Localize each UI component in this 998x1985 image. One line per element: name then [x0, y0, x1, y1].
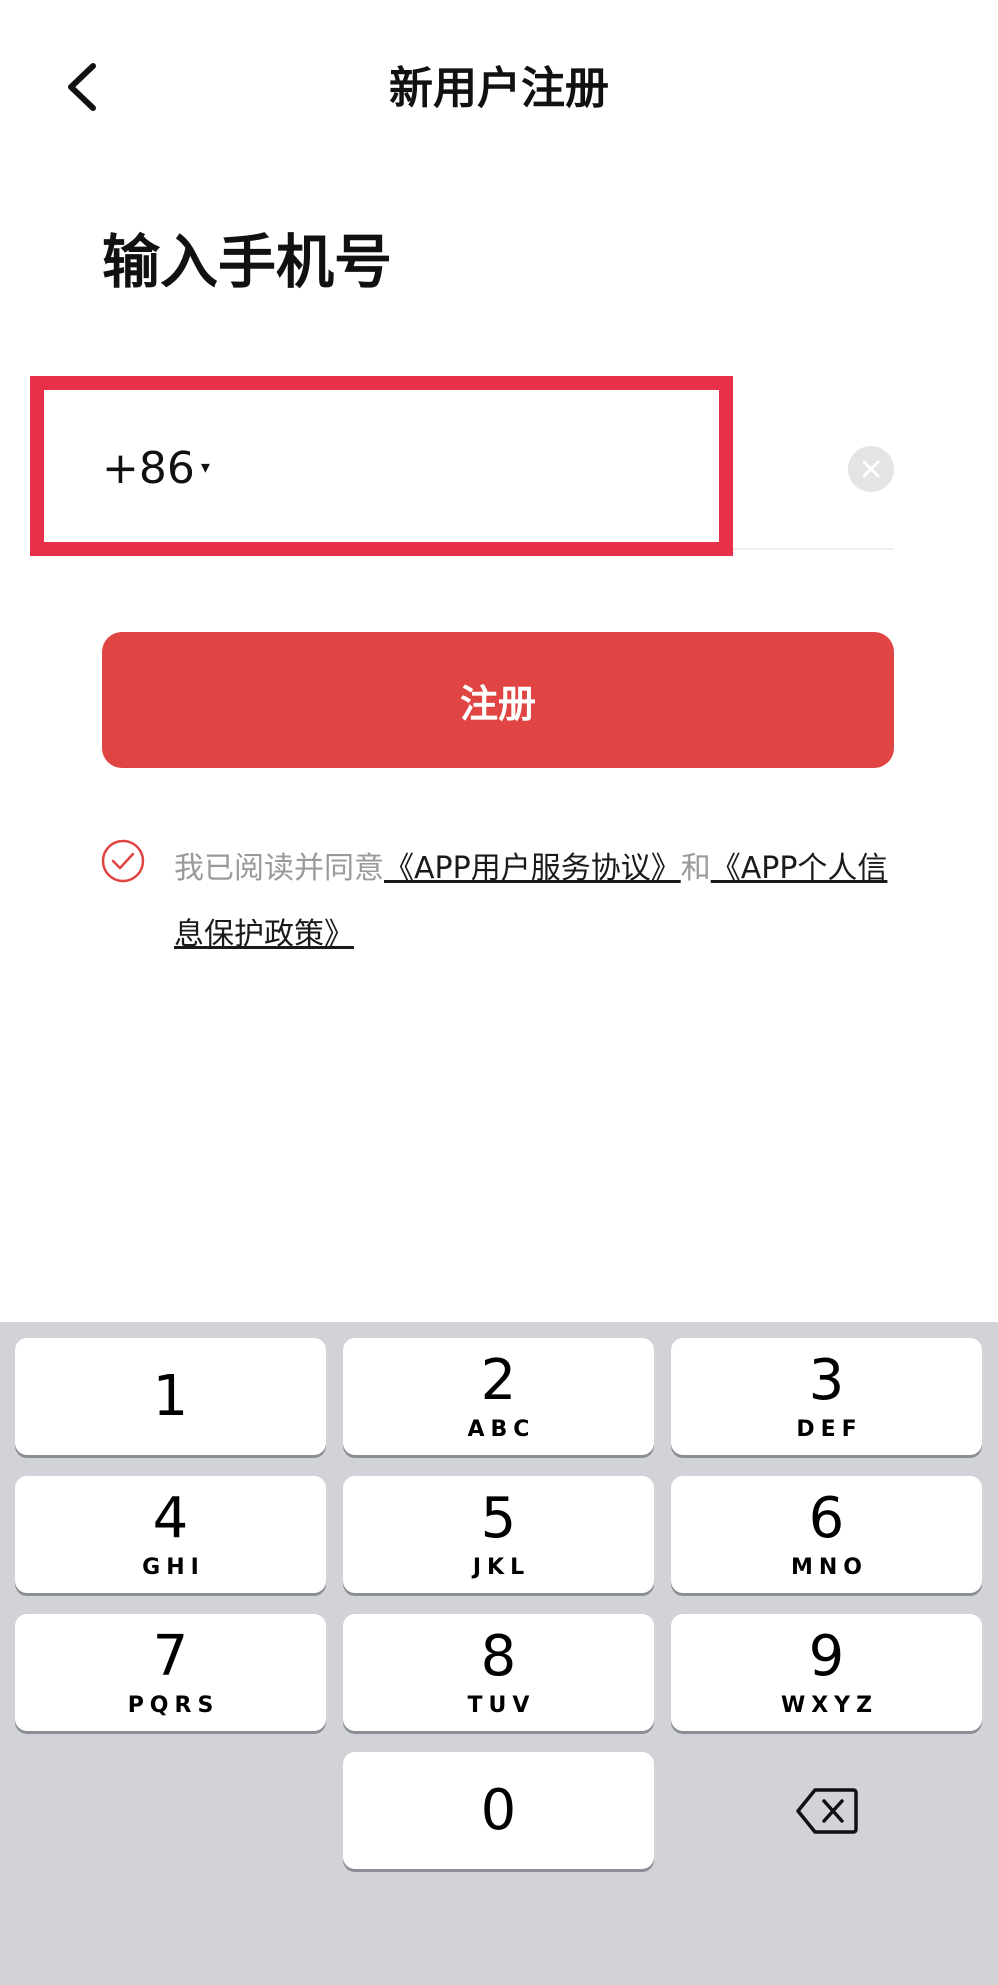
register-page: 新用户注册 输入手机号 +86 ▾ 注册 我已阅读并同意《APP用户服务协议》和《…	[0, 0, 998, 1985]
key-digit: 0	[480, 1777, 517, 1843]
backspace-icon	[795, 1787, 858, 1834]
key-letters: WXYZ	[780, 1693, 879, 1718]
key-8[interactable]: 8 TUV	[343, 1614, 654, 1731]
key-3[interactable]: 3 DEF	[671, 1338, 982, 1455]
key-letters: ABC	[467, 1417, 536, 1442]
close-icon	[862, 460, 880, 478]
key-letters: JKL	[472, 1555, 531, 1580]
key-digit: 6	[808, 1486, 845, 1551]
key-9[interactable]: 9 WXYZ	[671, 1614, 982, 1731]
clear-button[interactable]	[848, 446, 894, 492]
key-digit: 3	[808, 1348, 845, 1413]
page-title: 新用户注册	[389, 63, 609, 114]
agreement-conjunction: 和	[680, 851, 711, 886]
key-digit: 2	[480, 1348, 517, 1413]
agreement-prefix: 我已阅读并同意	[174, 851, 384, 886]
caret-down-icon: ▾	[200, 456, 210, 478]
check-circle-icon	[101, 839, 145, 883]
country-code-label: +86	[102, 443, 195, 494]
key-letters: TUV	[467, 1693, 536, 1718]
country-code-selector[interactable]: +86 ▾	[102, 443, 210, 494]
service-agreement-link[interactable]: 《APP用户服务协议》	[384, 851, 681, 886]
header: 新用户注册	[0, 0, 998, 170]
numeric-keypad: 1 2 ABC 3 DEF 4 GHI 5 JKL 6 MNO 7 PQRS 8…	[0, 1322, 998, 1985]
key-letters: PQRS	[127, 1693, 220, 1718]
key-digit: 5	[480, 1486, 517, 1551]
input-underline	[102, 548, 894, 550]
key-letters: MNO	[790, 1555, 868, 1580]
key-letters: GHI	[142, 1555, 205, 1580]
delete-key[interactable]	[671, 1752, 982, 1869]
key-4[interactable]: 4 GHI	[15, 1476, 326, 1593]
agreement-checkbox[interactable]	[100, 838, 146, 884]
key-7[interactable]: 7 PQRS	[15, 1614, 326, 1731]
key-letters: DEF	[796, 1417, 863, 1442]
key-digit: 8	[480, 1624, 517, 1689]
key-6[interactable]: 6 MNO	[671, 1476, 982, 1593]
register-button[interactable]: 注册	[102, 632, 894, 768]
key-digit: 1	[152, 1363, 189, 1429]
section-heading: 输入手机号	[102, 228, 393, 296]
key-digit: 9	[808, 1624, 845, 1689]
agreement-text: 我已阅读并同意《APP用户服务协议》和《APP个人信息保护政策》	[174, 836, 904, 968]
key-digit: 7	[152, 1624, 189, 1689]
key-empty	[15, 1752, 326, 1869]
key-5[interactable]: 5 JKL	[343, 1476, 654, 1593]
key-0[interactable]: 0	[343, 1752, 654, 1869]
key-1[interactable]: 1	[15, 1338, 326, 1455]
key-2[interactable]: 2 ABC	[343, 1338, 654, 1455]
phone-number-input[interactable]	[232, 432, 792, 502]
phone-input-row: +86 ▾	[102, 420, 894, 550]
key-digit: 4	[152, 1486, 189, 1551]
